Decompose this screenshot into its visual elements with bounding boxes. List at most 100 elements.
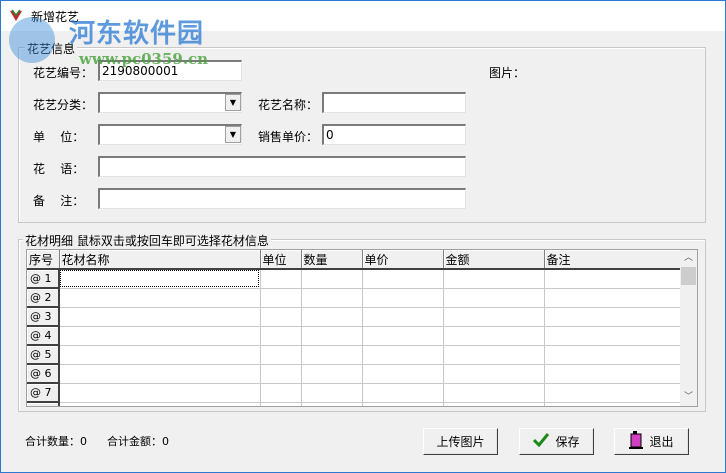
cell[interactable] [544,269,681,289]
cell[interactable] [260,307,302,327]
cell[interactable] [260,345,302,365]
cell[interactable] [362,307,444,327]
table-row[interactable]: @ 5 [27,345,681,365]
row-header [27,402,60,406]
column-header[interactable]: 花材名称 [59,250,261,270]
cell[interactable] [443,288,545,308]
cell[interactable] [59,364,261,384]
unit-select[interactable]: ▼ [98,124,242,145]
cell[interactable] [260,402,302,406]
cell[interactable] [59,383,261,403]
column-header[interactable]: 金额 [443,250,545,270]
name-input[interactable] [322,92,466,113]
cell[interactable] [443,383,545,403]
column-header[interactable]: 单价 [362,250,444,270]
upload-image-label: 上传图片 [436,435,485,449]
scroll-down-icon[interactable]: ﹀ [680,389,697,406]
cell[interactable] [544,288,681,308]
table-row[interactable] [27,402,681,406]
row-header: @ 4 [27,326,60,346]
cell[interactable] [362,364,444,384]
cell[interactable] [362,269,444,289]
table-row[interactable]: @ 7 [27,383,681,403]
remark-input[interactable] [98,188,466,209]
cell[interactable] [544,383,681,403]
cell[interactable] [301,402,363,406]
exit-label: 退出 [649,435,674,449]
flower-language-input[interactable] [98,156,466,177]
column-header[interactable]: 数量 [301,250,363,270]
cell[interactable] [443,364,545,384]
table-row[interactable]: @ 3 [27,307,681,327]
cell[interactable] [59,345,261,365]
cell[interactable] [544,402,681,406]
app-icon [9,9,23,23]
cell[interactable] [301,383,363,403]
remark-label: 备 注： [33,194,85,208]
price-label: 销售单价： [258,130,319,144]
scroll-thumb[interactable] [681,267,696,285]
cell[interactable] [301,345,363,365]
material-grid[interactable]: 序号 花材名称 单位 数量 单价 金额 备注 @ 1 @ 2 @ 3 @ 4 @… [26,249,698,407]
row-header: @ 7 [27,383,60,403]
exit-door-icon [629,431,644,452]
vertical-scrollbar[interactable]: ︿ ﹀ [680,250,697,406]
chevron-down-icon[interactable]: ▼ [225,126,241,143]
table-row[interactable]: @ 4 [27,326,681,346]
dialog-window: 新增花艺 花艺信息 花艺编号： 图片： 花艺分类： ▼ 花艺名称： 单 位： ▼… [0,0,726,473]
column-header[interactable]: 序号 [27,250,60,270]
cell[interactable] [59,402,261,406]
cell[interactable] [59,269,261,289]
exit-button[interactable]: 退出 [614,428,689,455]
price-input[interactable] [322,124,466,145]
code-input[interactable] [98,60,242,81]
cell[interactable] [260,288,302,308]
total-quantity-label: 合计数量： [25,435,80,448]
cell[interactable] [59,307,261,327]
cell[interactable] [443,307,545,327]
cell[interactable] [362,345,444,365]
cell[interactable] [362,288,444,308]
total-amount: 合计金额：0 [107,433,169,449]
cell[interactable] [544,326,681,346]
cell[interactable] [260,269,302,289]
cell[interactable] [362,383,444,403]
table-row[interactable]: @ 1 [27,269,681,289]
unit-label: 单 位： [33,130,85,144]
grid-header-row: 序号 花材名称 单位 数量 单价 金额 备注 [27,250,681,270]
cell[interactable] [301,326,363,346]
cell[interactable] [544,364,681,384]
cell[interactable] [443,402,545,406]
cell[interactable] [59,326,261,346]
upload-image-button[interactable]: 上传图片 [423,428,498,455]
cell[interactable] [362,402,444,406]
column-header[interactable]: 单位 [260,250,302,270]
cell[interactable] [301,269,363,289]
image-label: 图片： [489,66,526,80]
cell[interactable] [544,345,681,365]
column-header[interactable]: 备注 [544,250,681,270]
cell[interactable] [544,307,681,327]
row-header: @ 2 [27,288,60,308]
cell[interactable] [301,307,363,327]
cell[interactable] [362,326,444,346]
cell[interactable] [260,383,302,403]
cell[interactable] [301,288,363,308]
category-select[interactable]: ▼ [98,92,242,113]
save-button[interactable]: 保存 [519,428,594,455]
title-bar: 新增花艺 [1,1,725,31]
chevron-down-icon[interactable]: ▼ [225,94,241,111]
table-row[interactable]: @ 2 [27,288,681,308]
row-header: @ 3 [27,307,60,327]
cell[interactable] [260,364,302,384]
table-row[interactable]: @ 6 [27,364,681,384]
cell[interactable] [443,345,545,365]
category-label: 花艺分类： [33,98,94,112]
cell[interactable] [260,326,302,346]
cell[interactable] [443,326,545,346]
group-label: 花艺信息 [25,40,78,57]
cell[interactable] [301,364,363,384]
cell[interactable] [443,269,545,289]
cell[interactable] [59,288,261,308]
scroll-up-icon[interactable]: ︿ [680,250,697,267]
